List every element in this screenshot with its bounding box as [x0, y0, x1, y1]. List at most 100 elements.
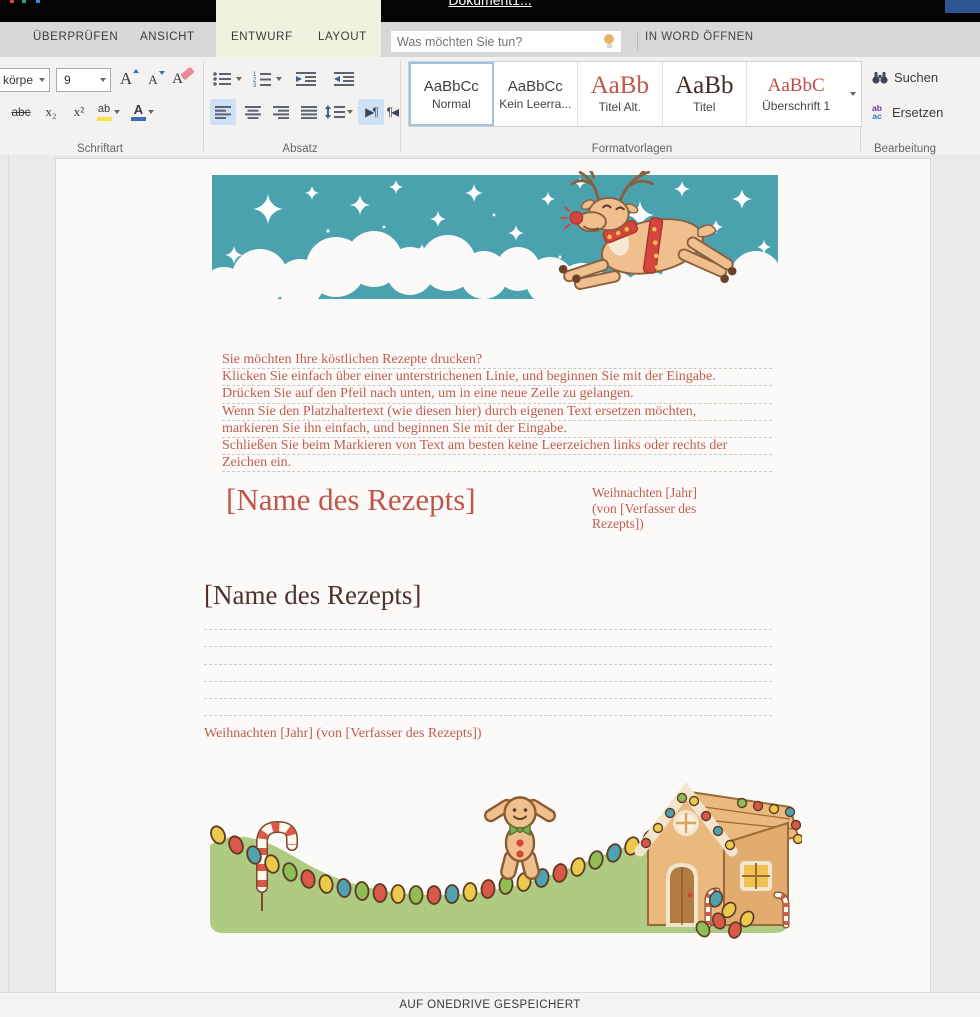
strikethrough-button[interactable]: abc — [6, 100, 36, 124]
highlight-button[interactable]: ab — [94, 100, 124, 124]
empty-recipe-lines[interactable] — [204, 613, 772, 716]
superscript-button[interactable]: x² — [66, 100, 92, 124]
recipe-title-placeholder[interactable]: [Name des Rezepts] — [226, 482, 476, 518]
status-bar: AUF ONEDRIVE GESPEICHERT — [0, 992, 980, 1017]
numbered-list-icon: 1 2 3 — [253, 71, 271, 87]
group-divider — [203, 61, 204, 151]
blank-line[interactable] — [204, 647, 772, 664]
grow-font-button[interactable]: A — [116, 66, 142, 92]
style-card-title-alt[interactable]: AaBb Titel Alt. — [578, 62, 663, 126]
styles-gallery: AaBbCc Normal AaBbCc Kein Leerra... AaBb… — [408, 61, 862, 127]
bullet-list-button[interactable] — [210, 67, 234, 91]
recipe-title-body-placeholder[interactable]: [Name des Rezepts] — [204, 580, 421, 611]
superscript-icon: x² — [74, 104, 84, 120]
font-name-value: körpe — [0, 73, 39, 87]
numbered-list-button[interactable]: 1 2 3 — [250, 67, 274, 91]
style-sample: AaBbCc — [508, 78, 563, 95]
align-left-button[interactable] — [210, 99, 236, 125]
christmas-banner-reindeer-illustration — [208, 171, 796, 323]
style-name: Überschrift 1 — [762, 99, 830, 113]
justify-icon — [301, 106, 317, 119]
instruction-line[interactable]: Klicken Sie einfach über einer unterstri… — [222, 369, 772, 386]
word-app-chip[interactable] — [945, 0, 980, 13]
chevron-down-icon — [148, 110, 154, 114]
blank-line[interactable] — [204, 630, 772, 647]
align-center-icon — [245, 106, 261, 119]
binoculars-icon — [872, 70, 888, 85]
tab-ansicht[interactable]: ANSICHT — [140, 31, 195, 49]
replace-label: Ersetzen — [892, 105, 943, 120]
style-card-normal[interactable]: AaBbCc Normal — [409, 62, 494, 126]
document-title[interactable]: Dokument1... — [0, 0, 980, 8]
byline-line[interactable]: (von [Verfasser des — [592, 501, 697, 517]
instruction-line[interactable]: Zeichen ein. — [222, 455, 772, 472]
blank-line[interactable] — [204, 699, 772, 716]
instruction-line[interactable]: Schließen Sie beim Markieren von Text am… — [222, 438, 772, 455]
subscript-icon: x₂ — [45, 104, 56, 120]
title-bar: Dokument1... — [0, 0, 980, 22]
styles-gallery-more-button[interactable] — [845, 62, 861, 126]
shrink-font-button[interactable]: A — [144, 68, 168, 92]
font-color-button[interactable]: A — [128, 100, 160, 124]
chevron-down-icon[interactable] — [236, 77, 242, 81]
ltr-paragraph-icon: ▶¶ — [365, 105, 377, 119]
instruction-line[interactable]: Wenn Sie den Platzhaltertext (wie diesen… — [222, 404, 772, 421]
find-label: Suchen — [894, 70, 938, 85]
style-sample: AaBb — [591, 74, 649, 98]
align-center-button[interactable] — [240, 99, 266, 125]
subscript-button[interactable]: x₂ — [38, 100, 64, 124]
justify-button[interactable] — [296, 99, 322, 125]
highlight-color-bar — [97, 117, 112, 121]
instruction-line[interactable]: Sie möchten Ihre köstlichen Rezepte druc… — [222, 352, 772, 369]
byline-line[interactable]: Weihnachten [Jahr] — [592, 485, 697, 501]
gingerbread-illustration — [198, 783, 802, 940]
blank-line[interactable] — [204, 682, 772, 699]
document-canvas: Sie möchten Ihre köstlichen Rezepte druc… — [0, 155, 980, 992]
font-color-icon: A — [134, 102, 143, 117]
style-sample: AaBbCc — [424, 78, 479, 95]
byline-line[interactable]: Rezepts]) — [592, 516, 697, 532]
tab-layout[interactable]: LAYOUT — [318, 31, 367, 49]
chevron-down-icon — [347, 110, 353, 114]
ribbon: körpe 9 A A A abc x₂ x² ab — [0, 57, 980, 156]
style-name: Titel Alt. — [599, 100, 641, 114]
align-right-button[interactable] — [268, 99, 294, 125]
chevron-down-icon[interactable] — [276, 77, 282, 81]
eraser-icon — [180, 66, 194, 80]
align-left-icon — [215, 106, 231, 119]
byline-right[interactable]: Weihnachten [Jahr] (von [Verfasser des R… — [592, 485, 697, 532]
tab-ueberpruefen[interactable]: ÜBERPRÜFEN — [33, 31, 118, 49]
clear-formatting-button[interactable]: A — [170, 66, 198, 92]
gingerbread-house-icon — [640, 791, 802, 925]
blank-line[interactable] — [204, 665, 772, 682]
blank-line[interactable] — [204, 613, 772, 630]
style-card-heading1[interactable]: AaBbC Überschrift 1 — [747, 62, 845, 126]
grow-font-icon: A — [120, 69, 132, 89]
find-button[interactable]: Suchen — [872, 67, 938, 87]
chevron-down-icon — [114, 110, 120, 114]
line-spacing-button[interactable] — [324, 99, 354, 125]
decrease-indent-button[interactable] — [292, 67, 320, 91]
divider — [8, 155, 9, 992]
style-card-title[interactable]: AaBb Titel — [663, 62, 748, 126]
font-size-combo[interactable]: 9 — [56, 68, 111, 92]
search-input[interactable] — [391, 35, 603, 49]
tab-entwurf[interactable]: ENTWURF — [231, 31, 293, 49]
open-in-word-button[interactable]: IN WORD ÖFFNEN — [645, 31, 754, 49]
tell-me-search[interactable] — [391, 31, 621, 52]
instruction-line[interactable]: Drücken Sie auf den Pfeil nach unten, um… — [222, 386, 772, 403]
instruction-paragraphs[interactable]: Sie möchten Ihre köstlichen Rezepte druc… — [222, 352, 772, 472]
increase-indent-button[interactable] — [330, 67, 358, 91]
increase-indent-icon — [334, 71, 354, 87]
replace-button[interactable]: ab ac Ersetzen — [868, 101, 943, 123]
byline-bottom[interactable]: Weihnachten [Jahr] (von [Verfasser des R… — [204, 726, 482, 742]
style-sample: AaBb — [675, 74, 733, 98]
font-name-combo[interactable]: körpe — [0, 68, 50, 92]
ltr-paragraph-button[interactable]: ▶¶ — [358, 99, 384, 125]
word-online-window: Dokument1... ÜBERPRÜFEN ANSICHT ENTWURF … — [0, 0, 980, 1017]
instruction-line[interactable]: markieren Sie ihn einfach, und beginnen … — [222, 421, 772, 438]
style-card-no-spacing[interactable]: AaBbCc Kein Leerra... — [494, 62, 579, 126]
gingerbread-man-icon — [483, 798, 557, 881]
style-name: Titel — [693, 100, 715, 114]
rtl-paragraph-button[interactable]: ¶◀ — [386, 99, 399, 125]
